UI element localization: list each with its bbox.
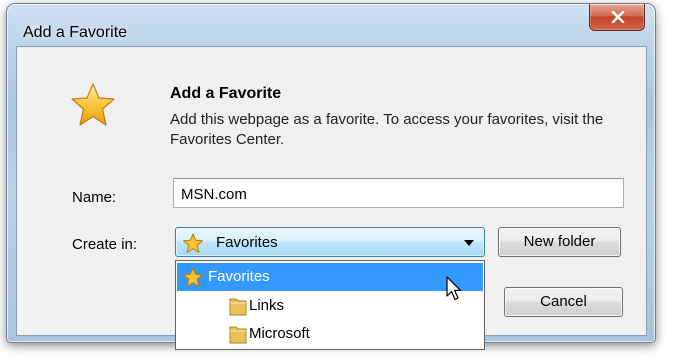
folder-item-favorites[interactable]: Favorites <box>177 263 483 291</box>
screen: Add a Favorite Add a Favorite Add this w… <box>0 0 673 358</box>
chevron-down-icon <box>464 240 474 246</box>
folder-item-label: Microsoft <box>249 325 310 342</box>
folder-item-label: Favorites <box>208 268 270 285</box>
folder-icon <box>229 298 247 316</box>
close-button[interactable] <box>589 4 645 31</box>
star-icon <box>183 267 203 287</box>
folder-icon <box>229 326 247 344</box>
dialog-heading: Add a Favorite <box>170 85 282 102</box>
dialog-body: Add a Favorite Add this webpage as a fav… <box>16 46 647 350</box>
create-in-dropdown[interactable]: Favorites <box>175 227 485 257</box>
dialog-window: Add a Favorite Add a Favorite Add this w… <box>6 3 656 350</box>
close-icon <box>611 11 625 23</box>
create-in-value: Favorites <box>216 234 278 251</box>
cancel-button[interactable]: Cancel <box>504 287 623 317</box>
folder-item-microsoft[interactable]: Microsoft <box>177 320 483 348</box>
star-icon <box>183 233 203 253</box>
dialog-description: Add this webpage as a favorite. To acces… <box>170 111 604 148</box>
favorite-star-icon <box>71 83 115 126</box>
create-in-label: Create in: <box>72 236 138 253</box>
new-folder-button[interactable]: New folder <box>498 227 621 257</box>
window-title: Add a Favorite <box>23 24 128 41</box>
folder-item-links[interactable]: Links <box>177 292 483 320</box>
name-input[interactable] <box>173 178 624 208</box>
title-bar[interactable]: Add a Favorite <box>7 4 655 41</box>
mouse-cursor-icon <box>446 276 462 301</box>
folder-item-label: Links <box>249 297 285 314</box>
name-label: Name: <box>72 189 117 206</box>
folder-list: Favorites Links Microsoft <box>175 260 485 350</box>
